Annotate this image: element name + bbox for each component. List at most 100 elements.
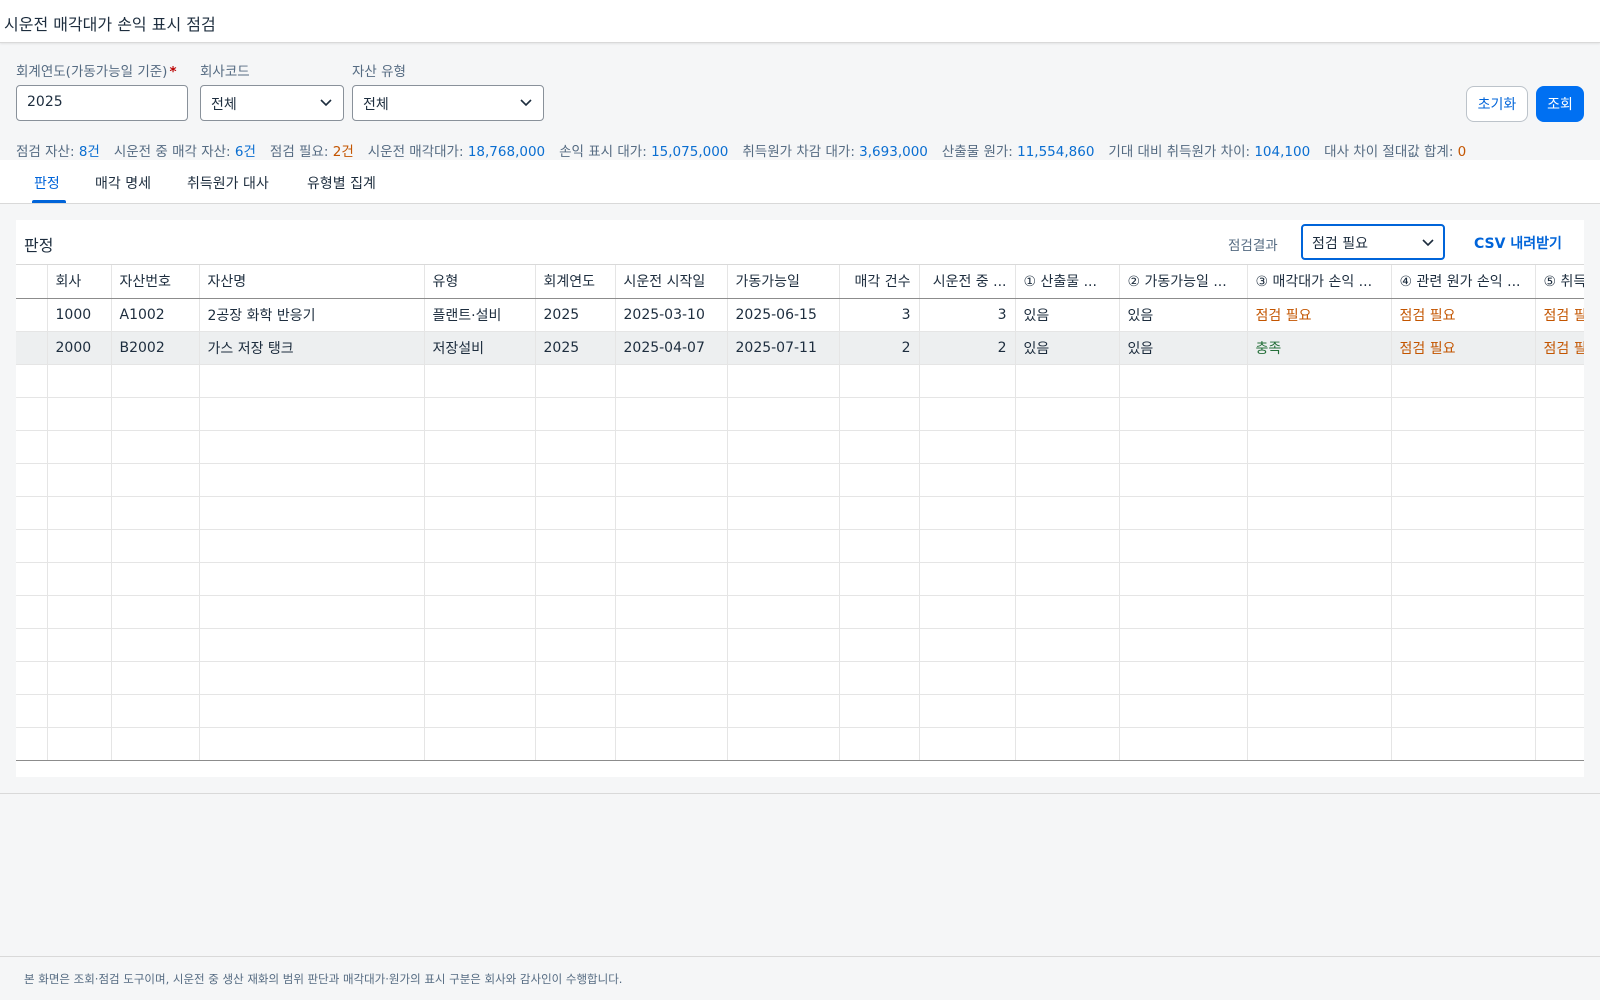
empty-cell (615, 529, 728, 563)
panel-title: 판정 (24, 236, 54, 255)
empty-cell (535, 694, 616, 728)
stat-label: 점검 자산: (16, 144, 79, 160)
empty-table-row (16, 727, 1584, 760)
empty-cell (919, 529, 1016, 563)
stat-item: 시운전 중 매각 자산: 6건 (114, 144, 256, 160)
empty-cell (839, 661, 920, 695)
empty-cell (199, 529, 425, 563)
empty-table-row (16, 430, 1584, 464)
empty-cell (839, 562, 920, 596)
empty-cell (919, 463, 1016, 497)
column-header[interactable]: 자산번호 (111, 265, 200, 299)
required-mark: * (169, 64, 177, 80)
column-header[interactable]: ⑤ 취득... (1535, 265, 1584, 299)
row-selector[interactable] (16, 331, 48, 365)
column-header[interactable]: 시운전 시작일 (615, 265, 728, 299)
column-header[interactable]: 자산명 (199, 265, 425, 299)
table-cell: 2025 (535, 331, 616, 365)
stat-value: 0 (1457, 144, 1467, 160)
row-selector-header[interactable] (16, 265, 48, 299)
empty-cell (919, 727, 1016, 760)
empty-cell (727, 430, 840, 464)
empty-cell (615, 463, 728, 497)
empty-cell (1015, 397, 1120, 431)
empty-cell (1015, 529, 1120, 563)
tab-disposal-details[interactable]: 매각 명세 (95, 173, 151, 193)
empty-cell (16, 364, 48, 398)
empty-cell (1015, 661, 1120, 695)
stat-label: 시운전 중 매각 자산: (113, 144, 235, 160)
empty-cell (111, 529, 200, 563)
column-header[interactable]: ① 산출물 ... (1015, 265, 1120, 299)
column-header[interactable]: 가동가능일 (727, 265, 840, 299)
empty-cell (424, 595, 536, 629)
empty-cell (615, 496, 728, 530)
fiscal-year-input[interactable]: 2025 (16, 85, 188, 121)
reset-button[interactable]: 초기화 (1466, 86, 1528, 122)
tab-type-summary[interactable]: 유형별 집계 (307, 173, 376, 193)
column-header[interactable]: ④ 관련 원가 손익 ... (1391, 265, 1536, 299)
empty-cell (919, 430, 1016, 464)
empty-cell (1391, 397, 1536, 431)
empty-cell (199, 694, 425, 728)
stat-label: 취득원가 차감 대가: (742, 144, 860, 160)
stat-item: 점검 자산: 8건 (16, 144, 100, 160)
csv-download-button[interactable]: CSV 내려받기 (1474, 233, 1562, 253)
empty-cell (16, 397, 48, 431)
empty-cell (1015, 364, 1120, 398)
stat-label: 점검 필요: (269, 144, 333, 160)
column-header[interactable]: 유형 (424, 265, 536, 299)
empty-cell (1391, 628, 1536, 662)
empty-cell (919, 628, 1016, 662)
empty-cell (919, 562, 1016, 596)
stat-value: 2건 (332, 144, 354, 160)
empty-cell (615, 727, 728, 760)
column-header[interactable]: 매각 건수 (839, 265, 920, 299)
table-cell: 3 (839, 298, 920, 332)
empty-table-row (16, 364, 1584, 398)
empty-cell (199, 562, 425, 596)
empty-cell (1391, 529, 1536, 563)
empty-cell (1391, 364, 1536, 398)
empty-cell (1391, 562, 1536, 596)
divider (0, 793, 1600, 794)
empty-cell (16, 727, 48, 760)
asset-type-select[interactable]: 전체 (352, 85, 544, 121)
tab-judgement[interactable]: 판정 (34, 173, 60, 193)
empty-cell (16, 463, 48, 497)
empty-cell (1535, 430, 1584, 464)
empty-cell (111, 661, 200, 695)
column-header[interactable]: 시운전 중 ... (919, 265, 1016, 299)
empty-cell (1247, 529, 1392, 563)
stat-value: 3,693,000 (859, 144, 928, 160)
empty-cell (111, 364, 200, 398)
tab-acquisition-reconciliation[interactable]: 취득원가 대사 (187, 173, 269, 193)
column-header[interactable]: 회계연도 (535, 265, 616, 299)
empty-cell (424, 529, 536, 563)
empty-cell (535, 364, 616, 398)
row-selector[interactable] (16, 298, 48, 332)
company-code-select[interactable]: 전체 (200, 85, 344, 121)
table-row[interactable]: 1000 A1002 2공장 화학 반응기 플랜트·설비 2025 2025-03-10 2… (16, 298, 1584, 332)
search-button[interactable]: 조회 (1536, 86, 1584, 122)
result-filter-select[interactable]: 점검 필요 (1301, 224, 1445, 260)
empty-cell (1535, 397, 1584, 431)
result-filter-value: 점검 필요 (1312, 236, 1368, 252)
column-header[interactable]: ③ 매각대가 손익 ... (1247, 265, 1392, 299)
empty-cell (1247, 364, 1392, 398)
table-cell: 충족 (1247, 331, 1392, 365)
empty-cell (1247, 562, 1392, 596)
empty-table-row (16, 397, 1584, 431)
column-header[interactable]: ② 가동가능일 ... (1119, 265, 1248, 299)
empty-cell (47, 727, 112, 760)
empty-cell (919, 595, 1016, 629)
empty-cell (839, 628, 920, 662)
empty-cell (1247, 397, 1392, 431)
empty-cell (47, 463, 112, 497)
column-header[interactable]: 회사 (47, 265, 112, 299)
table-row[interactable]: 2000 B2002 가스 저장 탱크 저장설비 2025 2025-04-07 2025-… (16, 331, 1584, 365)
empty-cell (839, 694, 920, 728)
empty-table-row (16, 628, 1584, 662)
table-cell: 플랜트·설비 (424, 298, 536, 332)
stat-value: 104,100 (1254, 144, 1311, 160)
